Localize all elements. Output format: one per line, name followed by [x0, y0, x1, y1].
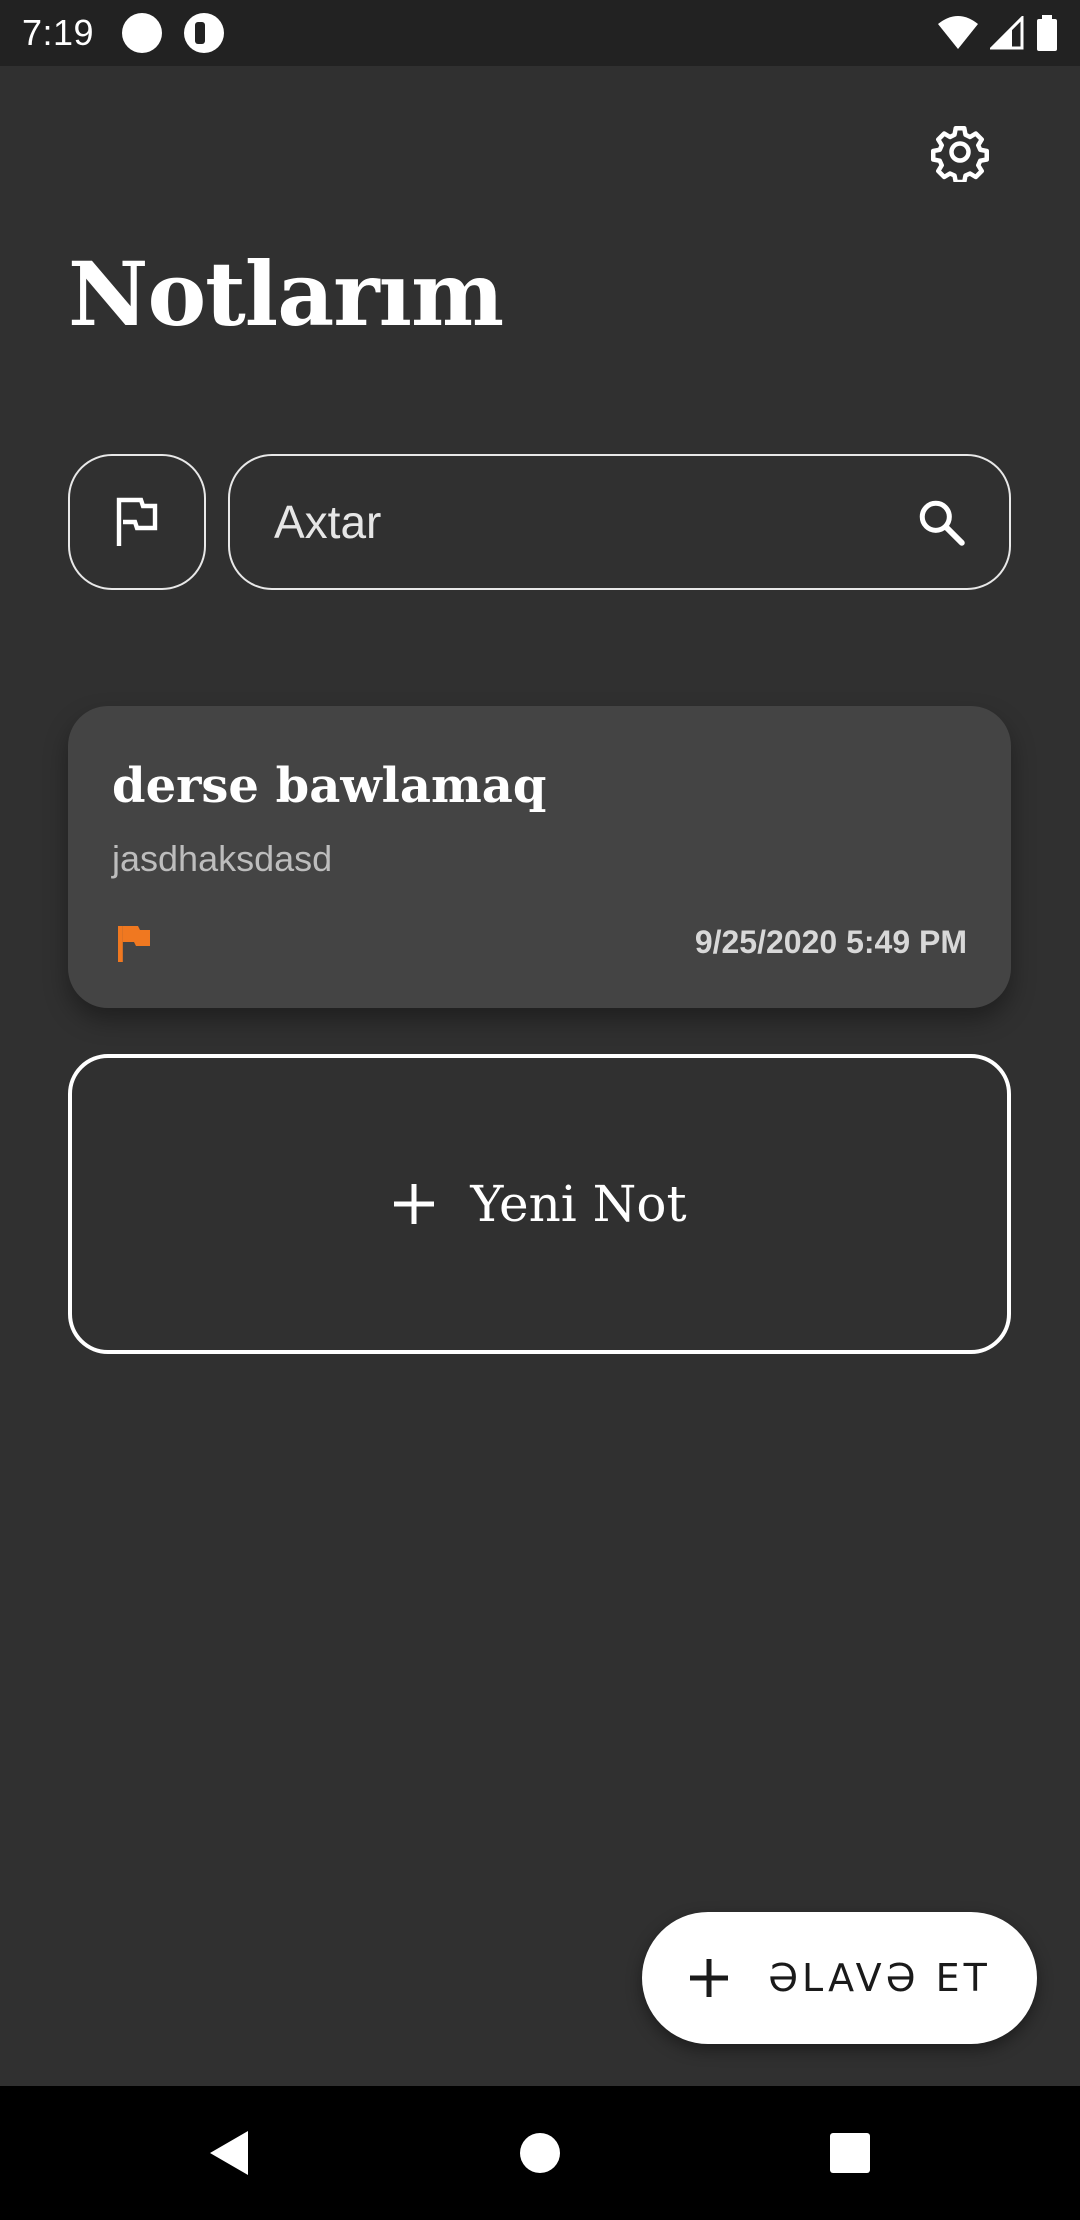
- new-note-label: Yeni Not: [470, 1175, 687, 1233]
- fab-label: ƏLAVƏ ET: [768, 1956, 991, 2000]
- gear-icon: [931, 126, 989, 182]
- status-time: 7:19: [22, 12, 95, 53]
- search-icon[interactable]: [913, 494, 969, 550]
- nav-home-button[interactable]: [490, 2086, 590, 2220]
- note-title: derse bawlamaq: [112, 758, 547, 814]
- note-body: jasdhaksdasd: [112, 838, 333, 879]
- search-box[interactable]: [228, 454, 1011, 590]
- signal-icon: [990, 16, 1024, 50]
- system-nav-bar: [0, 2086, 1080, 2220]
- add-fab-button[interactable]: ƏLAVƏ ET: [642, 1912, 1037, 2044]
- plus-icon: [394, 1184, 435, 1224]
- note-card[interactable]: derse bawlamaq jasdhaksdasd 9/25/2020 5:…: [68, 706, 1011, 1008]
- settings-button[interactable]: [924, 116, 996, 188]
- flag-outline-icon: [116, 497, 158, 546]
- nav-recents-button[interactable]: [800, 2086, 900, 2220]
- flag-icon: [118, 926, 150, 962]
- notification-dot-icon: [122, 13, 163, 53]
- page-title: Notlarım: [68, 242, 504, 346]
- app-notification-icon: [184, 13, 225, 53]
- home-circle-icon: [520, 2133, 560, 2173]
- flag-filter-button[interactable]: [68, 454, 206, 590]
- back-triangle-icon: [210, 2131, 248, 2175]
- new-note-button[interactable]: Yeni Not: [68, 1054, 1011, 1354]
- nav-back-button[interactable]: [180, 2086, 280, 2220]
- note-date: 9/25/2020 5:49 PM: [694, 924, 967, 960]
- notes-screen: 7:19 Notlarım Axtar derse bawlamaq jasdh…: [0, 0, 1080, 2220]
- search-input[interactable]: [274, 495, 913, 549]
- status-bar: 7:19: [0, 0, 1080, 66]
- status-icons: [938, 15, 1058, 51]
- wifi-icon: [938, 16, 978, 49]
- recents-square-icon: [830, 2133, 870, 2173]
- plus-icon: [690, 1959, 729, 1997]
- battery-icon: [1037, 15, 1057, 51]
